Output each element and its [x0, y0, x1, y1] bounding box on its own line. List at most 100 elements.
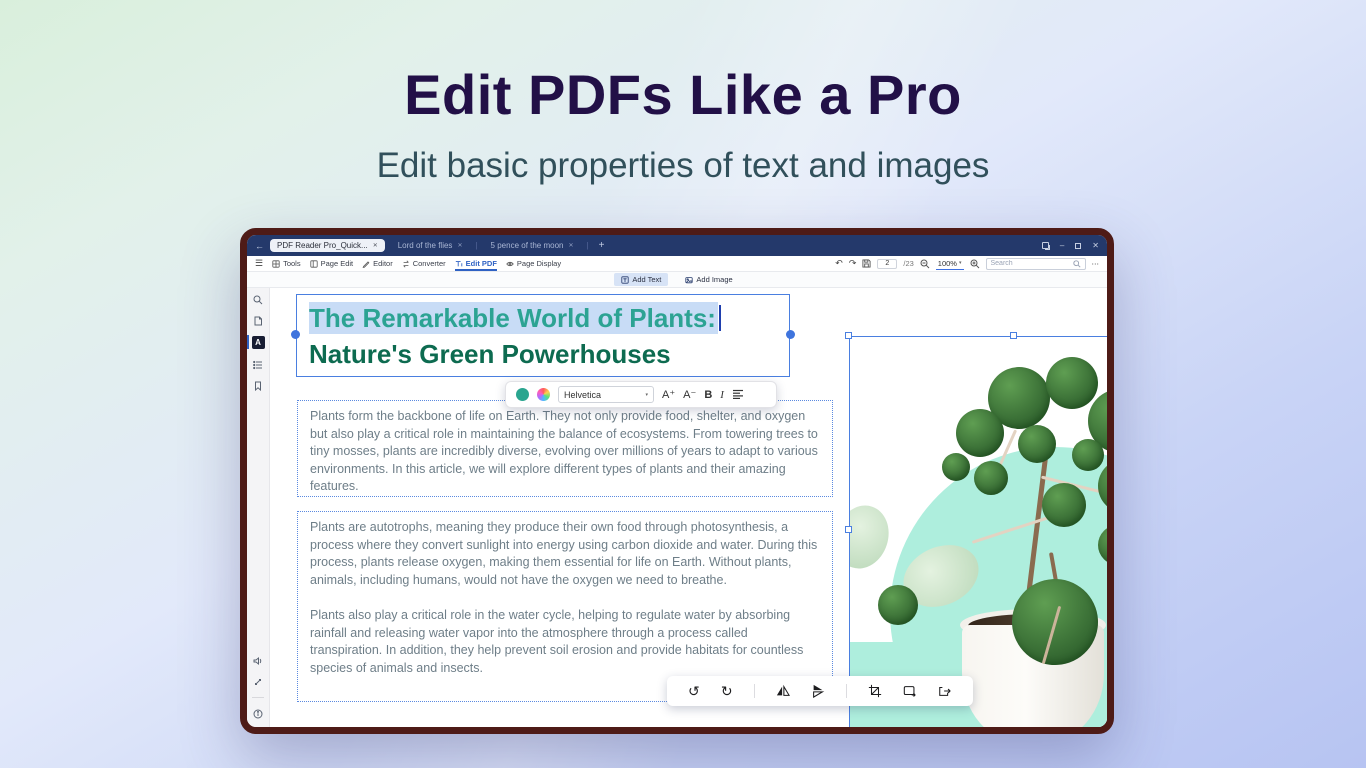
- tab-close-icon[interactable]: ✕: [457, 242, 462, 249]
- menu-page-edit[interactable]: Page Edit: [310, 256, 354, 271]
- italic-button[interactable]: I: [720, 389, 724, 401]
- replace-image-icon[interactable]: [903, 684, 917, 698]
- search-icon: [1073, 260, 1081, 268]
- tab-close-icon[interactable]: ✕: [569, 242, 574, 249]
- add-text-label: Add Text: [632, 275, 661, 284]
- zoom-in-icon[interactable]: [970, 259, 980, 269]
- hamburger-menu-icon[interactable]: ☰: [255, 258, 263, 269]
- color-picker-icon[interactable]: [537, 388, 550, 401]
- read-aloud-icon[interactable]: [253, 655, 264, 666]
- add-image-button[interactable]: Add Image: [678, 273, 739, 286]
- sidebar-divider: [252, 697, 264, 698]
- selected-image[interactable]: [849, 336, 1107, 727]
- add-text-icon: [621, 276, 629, 284]
- edit-mode-toolbar: Add Text Add Image: [247, 272, 1107, 288]
- font-family-select[interactable]: Helvetica ▾: [558, 386, 654, 403]
- new-tab-button[interactable]: +: [595, 240, 609, 251]
- selection-handle-right[interactable]: [786, 330, 795, 339]
- paragraph-3: Plants also play a critical role in the …: [310, 607, 820, 677]
- sidebar-search-icon[interactable]: [253, 294, 264, 305]
- image-handle-left-center[interactable]: [845, 526, 852, 533]
- plant-leaf: [942, 453, 970, 481]
- window-controls: – ✕: [1042, 242, 1099, 250]
- menu-converter[interactable]: Converter: [402, 256, 446, 271]
- text-edit-icon: [455, 260, 463, 268]
- image-handle-top-center[interactable]: [1010, 332, 1017, 339]
- search-input[interactable]: [991, 260, 1070, 267]
- document-canvas[interactable]: The Remarkable World of Plants: Nature's…: [270, 288, 1107, 727]
- tab-close-icon[interactable]: ✕: [373, 242, 378, 249]
- menu-tools[interactable]: Tools: [272, 256, 301, 271]
- ribbon-bar: ☰ Tools Page Edit Editor Converter Edit …: [247, 256, 1107, 272]
- back-icon[interactable]: ←: [255, 241, 264, 251]
- sidebar-outline-icon[interactable]: [253, 359, 264, 370]
- tab-document-1[interactable]: PDF Reader Pro_Quick... ✕: [270, 239, 385, 252]
- save-icon[interactable]: [862, 259, 871, 268]
- pencil-icon: [362, 260, 370, 268]
- sidebar-thumbnails-icon[interactable]: [253, 315, 264, 326]
- increase-font-button[interactable]: A⁺: [662, 388, 675, 401]
- tab-separator: |: [475, 241, 477, 250]
- sidebar-bookmark-icon[interactable]: [253, 380, 264, 391]
- font-name-value: Helvetica: [564, 390, 601, 400]
- ribbon-right-cluster: ↶ ↷ /23 100% ▾ ⋯: [835, 258, 1099, 270]
- plant-leaf: [850, 499, 897, 576]
- add-text-button[interactable]: Add Text: [614, 273, 668, 286]
- plant-leaf: [1042, 483, 1086, 527]
- menu-label: Converter: [413, 259, 446, 268]
- plant-photo: [850, 337, 1107, 727]
- menu-edit-pdf[interactable]: Edit PDF: [455, 256, 497, 271]
- flip-horizontal-icon[interactable]: [776, 684, 790, 698]
- info-icon[interactable]: [253, 708, 264, 719]
- add-image-icon: [685, 276, 693, 284]
- hero-title: Edit PDFs Like a Pro: [0, 62, 1366, 127]
- convert-icon: [402, 260, 410, 268]
- heading-text-box[interactable]: The Remarkable World of Plants: Nature's…: [296, 294, 790, 377]
- rotate-left-icon[interactable]: ↺: [688, 684, 700, 698]
- crop-icon[interactable]: [868, 684, 882, 698]
- bold-button[interactable]: B: [704, 389, 712, 401]
- paragraph-2: Plants are autotrophs, meaning they prod…: [310, 519, 820, 589]
- redo-icon[interactable]: ↷: [849, 258, 857, 269]
- sidebar-active-indicator: [247, 335, 249, 349]
- plant-leaf: [1072, 439, 1104, 471]
- left-sidebar: A: [247, 288, 270, 727]
- zoom-out-icon[interactable]: [920, 259, 930, 269]
- page-total-label: /23: [903, 259, 913, 268]
- menu-label: Editor: [373, 259, 393, 268]
- menu-label: Tools: [283, 259, 301, 268]
- flip-vertical-icon[interactable]: [811, 684, 825, 698]
- more-options-icon[interactable]: ⋯: [1092, 259, 1100, 268]
- selection-handle-left[interactable]: [291, 330, 300, 339]
- sidebar-annotate-icon[interactable]: A: [252, 336, 265, 349]
- extract-image-icon[interactable]: [938, 684, 952, 698]
- text-align-button[interactable]: [732, 386, 744, 404]
- tab-document-3[interactable]: 5 pence of the moon ✕: [484, 239, 581, 252]
- paragraph-text-box-1[interactable]: Plants form the backbone of life on Eart…: [297, 400, 833, 497]
- tab-document-2[interactable]: Lord of the flies ✕: [391, 239, 470, 252]
- rotate-right-icon[interactable]: ↻: [721, 684, 733, 698]
- menu-label: Edit PDF: [466, 259, 497, 268]
- close-button[interactable]: ✕: [1092, 242, 1099, 250]
- chevron-down-icon: ▾: [959, 260, 962, 266]
- zoom-level-select[interactable]: 100% ▾: [936, 258, 964, 270]
- snapshot-icon[interactable]: [1042, 242, 1049, 249]
- undo-icon[interactable]: ↶: [835, 258, 843, 269]
- hero-subtitle: Edit basic properties of text and images: [0, 146, 1366, 186]
- page-number-input[interactable]: [877, 259, 897, 269]
- text-color-swatch[interactable]: [516, 388, 529, 401]
- minimize-button[interactable]: –: [1060, 242, 1064, 250]
- image-handle-top-left[interactable]: [845, 332, 852, 339]
- maximize-button[interactable]: [1075, 243, 1081, 249]
- pdf-editor-window: ← PDF Reader Pro_Quick... ✕ Lord of the …: [240, 228, 1114, 734]
- resize-handle-icon[interactable]: [253, 676, 264, 687]
- tab-label: 5 pence of the moon: [491, 241, 564, 250]
- menu-page-display[interactable]: Page Display: [506, 256, 561, 271]
- pages-icon: [310, 260, 318, 268]
- plant-leaf: [974, 461, 1008, 495]
- paragraph-text-box-2[interactable]: Plants are autotrophs, meaning they prod…: [297, 511, 833, 702]
- decrease-font-button[interactable]: A⁻: [683, 388, 696, 401]
- plant-leaf: [878, 585, 918, 625]
- menu-editor[interactable]: Editor: [362, 256, 393, 271]
- tab-label: PDF Reader Pro_Quick...: [277, 241, 368, 250]
